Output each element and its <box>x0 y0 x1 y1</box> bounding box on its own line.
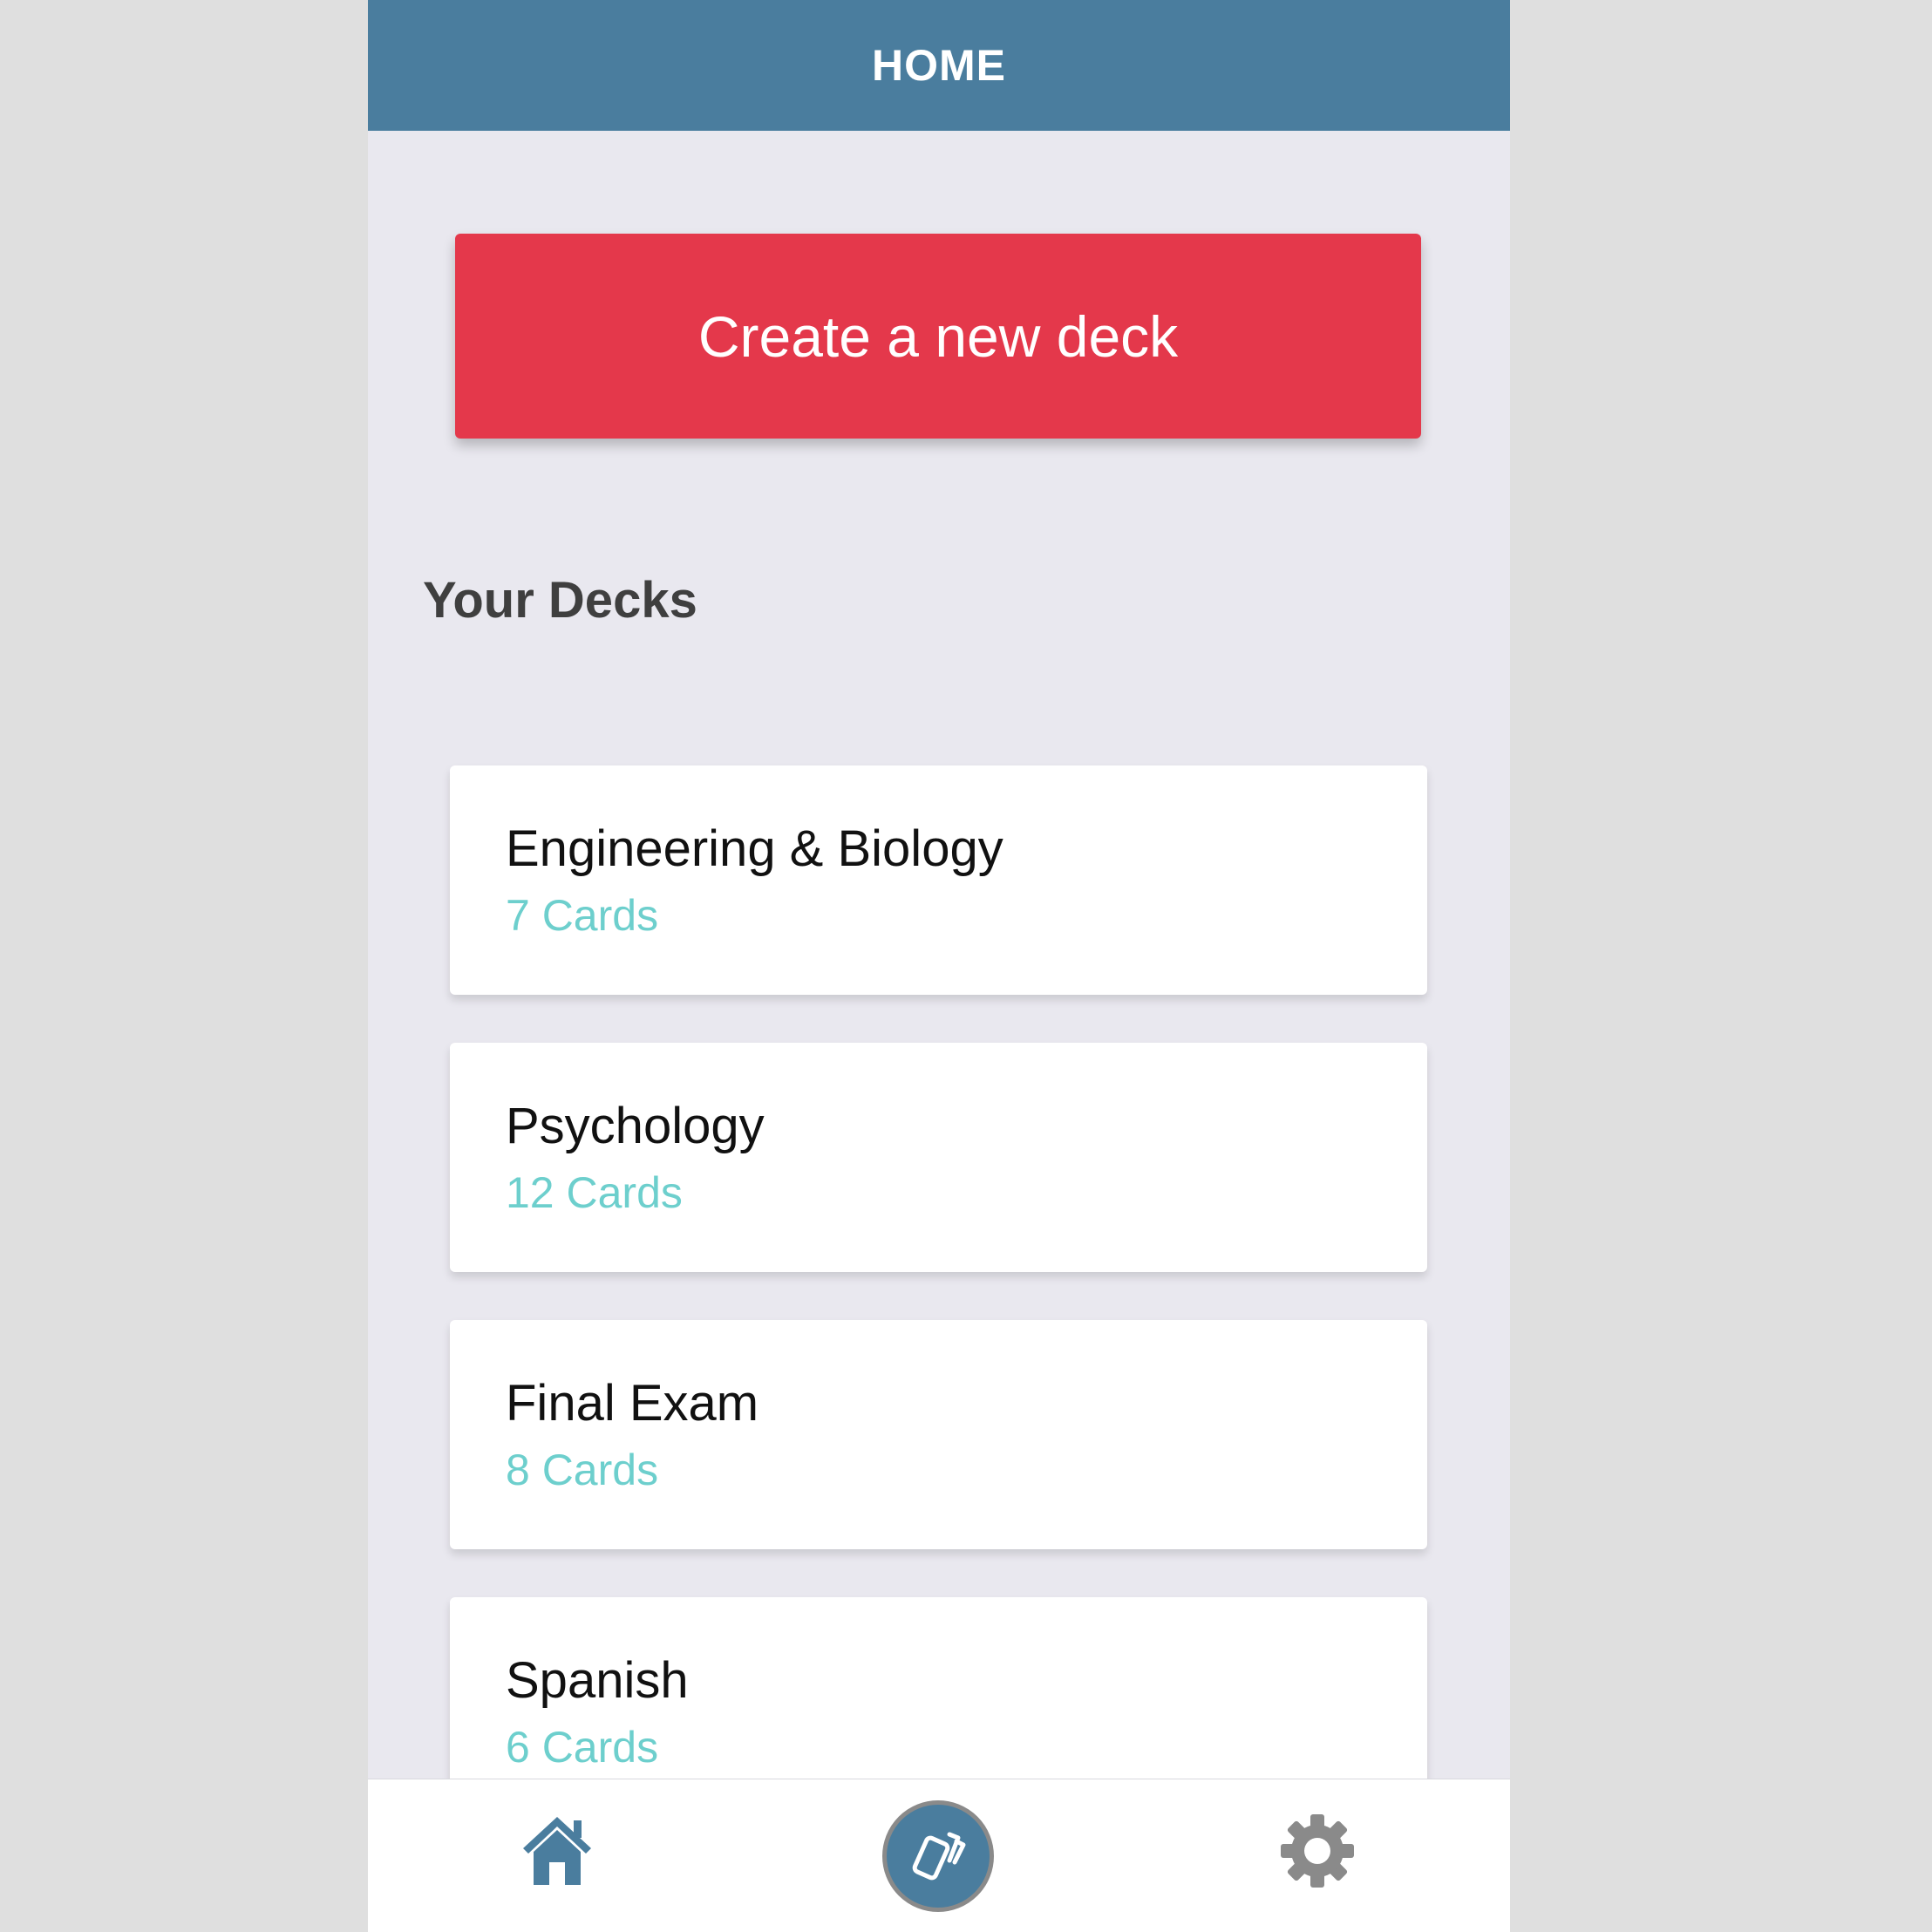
deck-list: Engineering & Biology 7 Cards Psychology… <box>450 765 1427 1874</box>
deck-name: Psychology <box>506 1098 765 1154</box>
deck-card-count: 7 Cards <box>506 891 659 940</box>
gear-icon <box>1281 1814 1354 1888</box>
deck-card[interactable]: Psychology 12 Cards <box>450 1043 1427 1272</box>
section-title: Your Decks <box>423 572 697 629</box>
create-deck-label: Create a new deck <box>697 303 1179 369</box>
page-title: HOME <box>872 41 1006 90</box>
tab-settings[interactable] <box>1278 1812 1357 1890</box>
deck-card[interactable]: Final Exam 8 Cards <box>450 1320 1427 1549</box>
deck-card-count: 6 Cards <box>506 1723 659 1772</box>
deck-name: Spanish <box>506 1652 689 1709</box>
deck-card-count: 8 Cards <box>506 1446 659 1494</box>
deck-name: Engineering & Biology <box>506 820 1003 877</box>
create-deck-button[interactable]: Create a new deck <box>455 234 1421 439</box>
home-icon <box>523 1817 591 1885</box>
tab-bar <box>368 1779 1510 1932</box>
app-screen: HOME Create a new deck Your Decks Engine… <box>368 0 1510 1932</box>
header-bar: HOME <box>368 0 1510 131</box>
tab-home[interactable] <box>518 1812 596 1890</box>
tab-decks[interactable] <box>882 1800 994 1912</box>
cards-icon <box>912 1832 966 1881</box>
deck-name: Final Exam <box>506 1375 759 1432</box>
deck-card-count: 12 Cards <box>506 1168 683 1217</box>
deck-card[interactable]: Engineering & Biology 7 Cards <box>450 765 1427 995</box>
